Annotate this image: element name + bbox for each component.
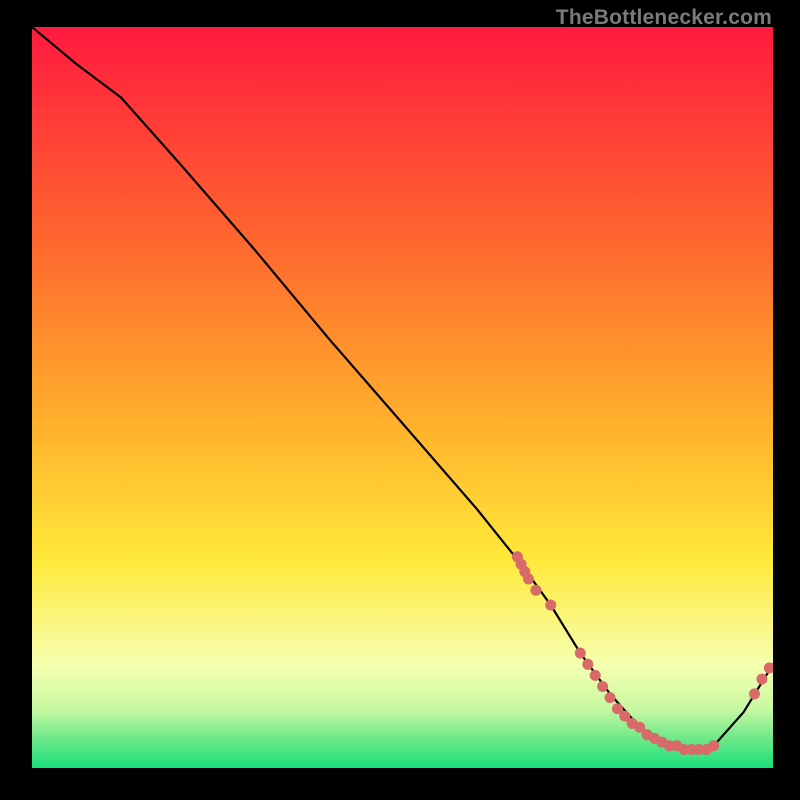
plot-area bbox=[32, 27, 773, 768]
chart-stage: TheBottlenecker.com bbox=[0, 0, 800, 800]
background-gradient bbox=[32, 27, 773, 768]
